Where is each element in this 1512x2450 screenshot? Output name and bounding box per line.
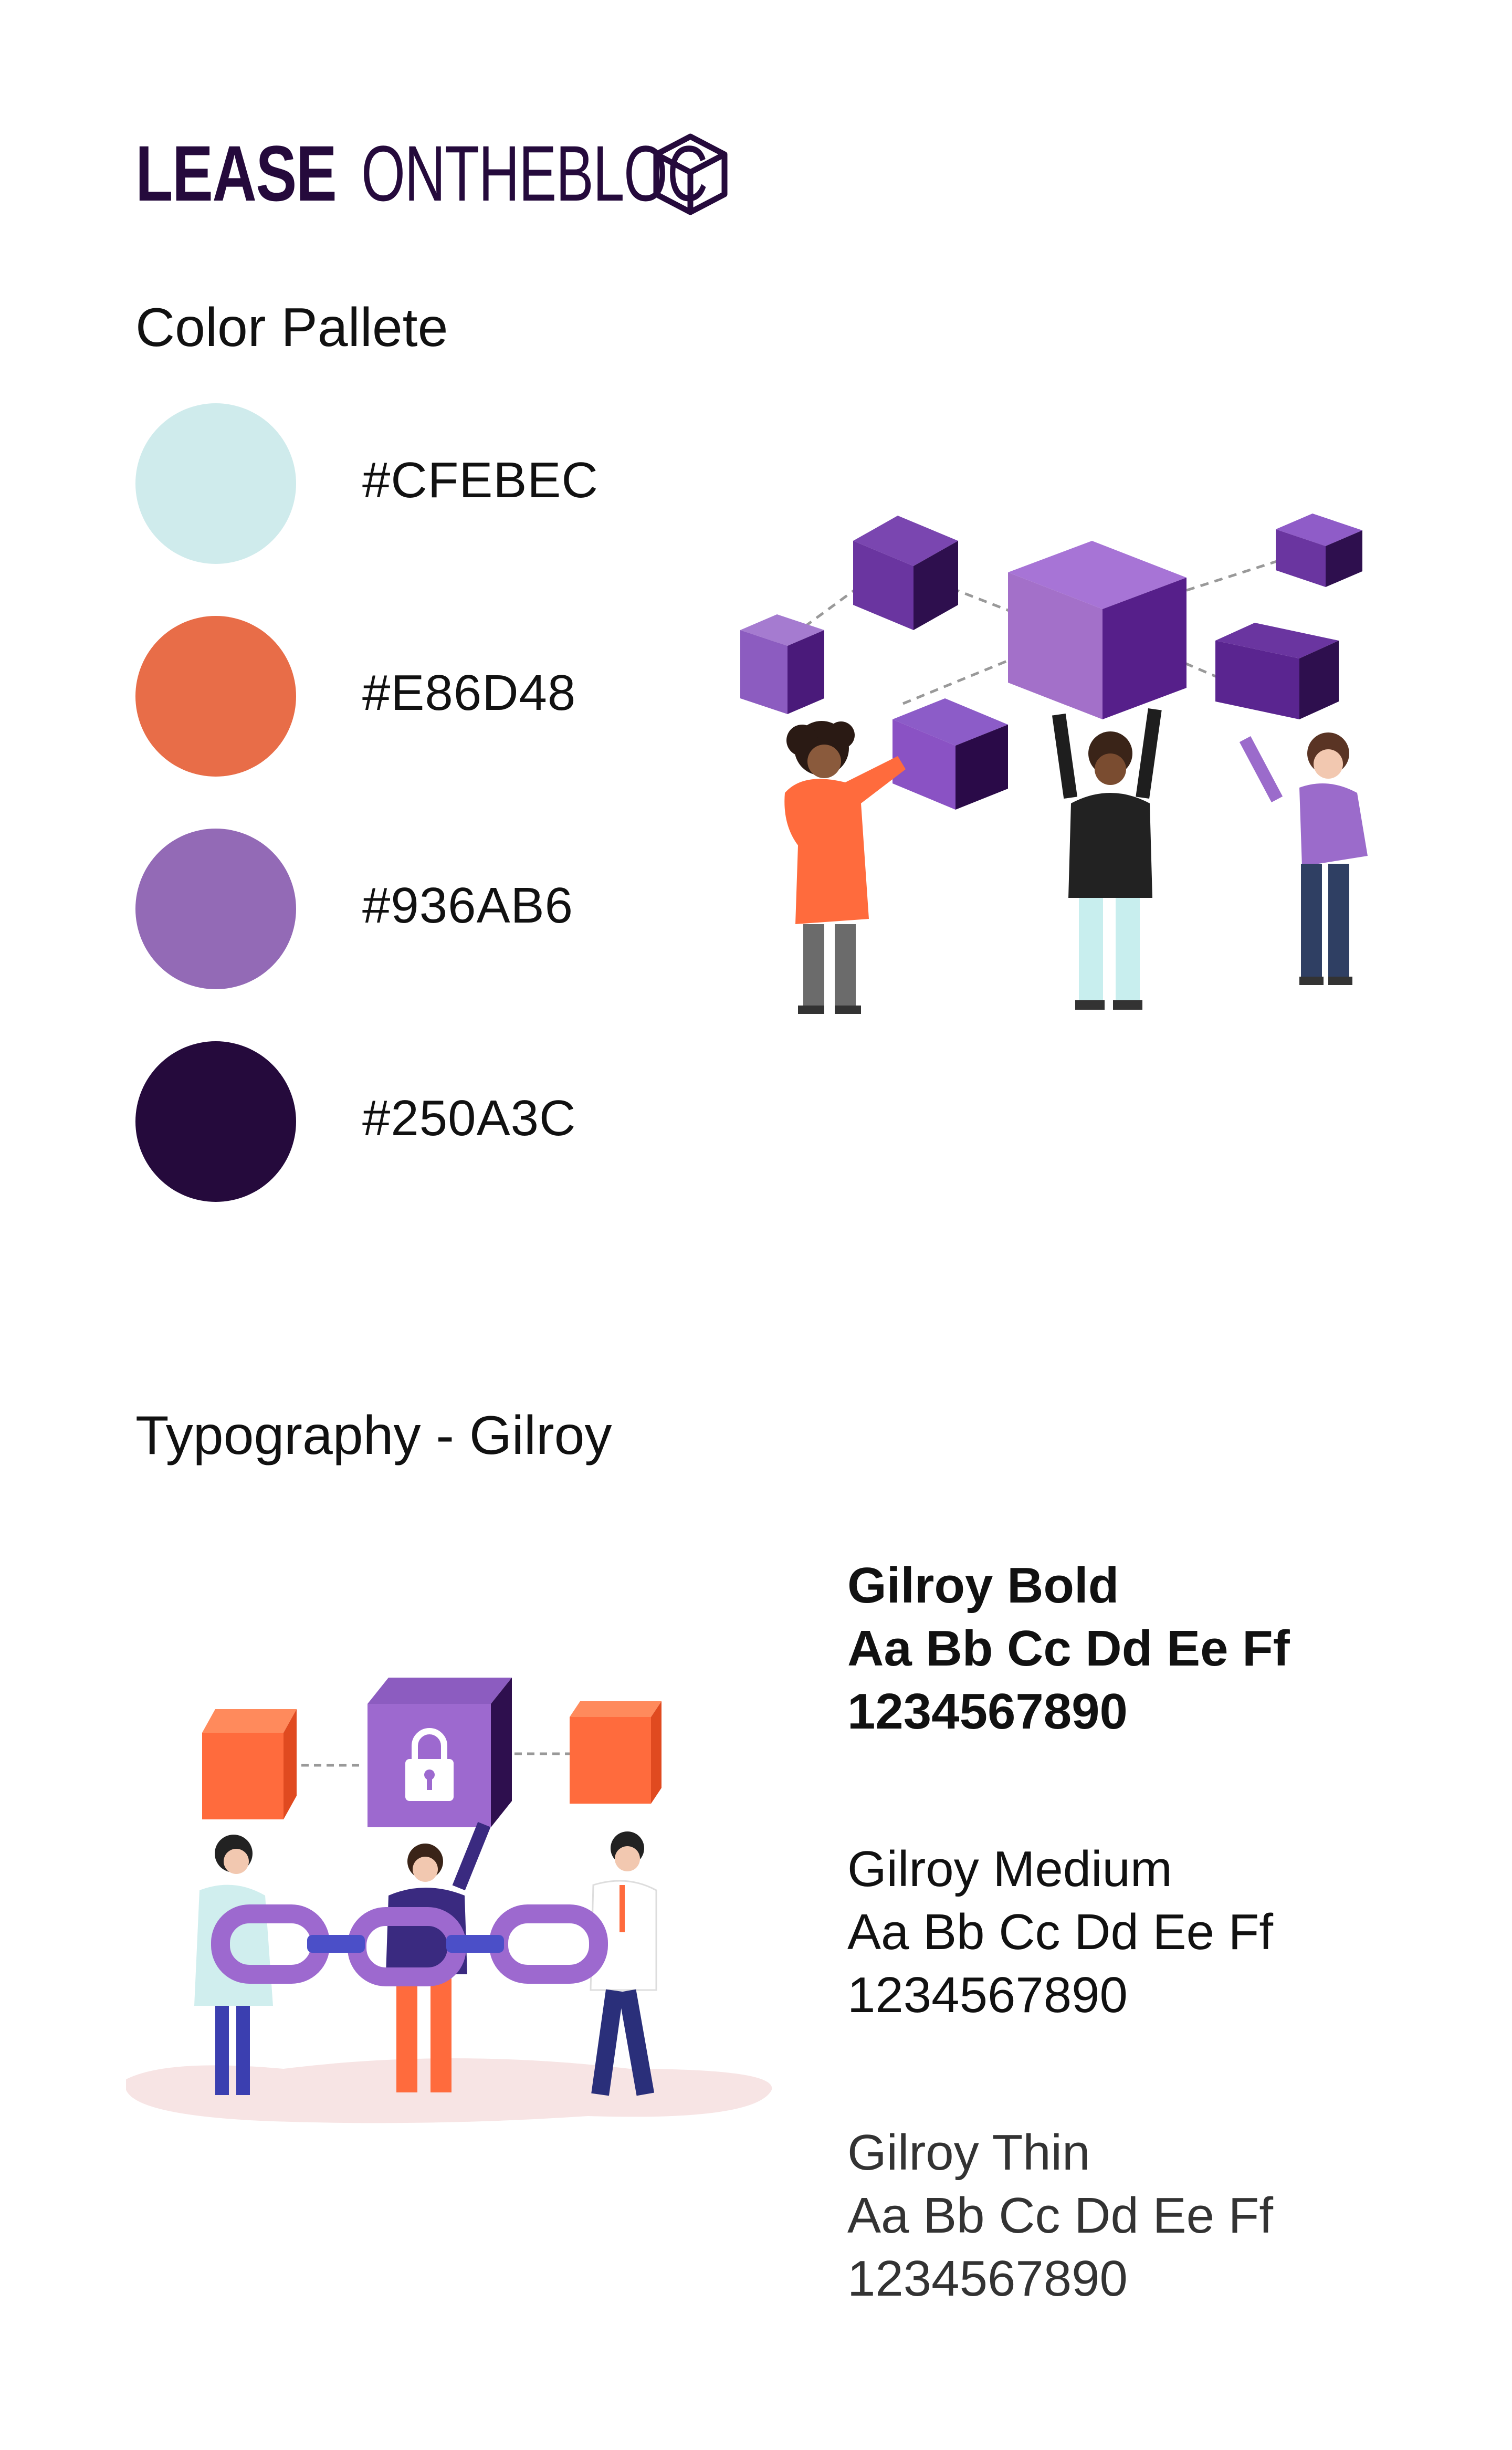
- swatch-4: [135, 1041, 296, 1202]
- people-lifting-cubes-illustration: [740, 514, 1368, 1014]
- typography-title: Typography - Gilroy: [135, 1405, 612, 1466]
- type-sample-bold: Gilroy Bold Aa Bb Cc Dd Ee Ff 1234567890: [847, 1554, 1290, 1743]
- medium-alphabet: Aa Bb Cc Dd Ee Ff: [847, 1904, 1273, 1960]
- swatch-3-label: #936AB6: [362, 877, 574, 934]
- logo-bold-text: LEASE: [135, 129, 337, 217]
- medium-digits: 1234567890: [847, 1967, 1128, 2023]
- people-holding-chain-illustration: [126, 1678, 772, 2123]
- type-sample-medium: Gilroy Medium Aa Bb Cc Dd Ee Ff 12345678…: [847, 1838, 1273, 2027]
- thin-alphabet: Aa Bb Cc Dd Ee Ff: [847, 2187, 1273, 2244]
- swatch-2-label: #E86D48: [362, 665, 576, 721]
- medium-name: Gilroy Medium: [847, 1841, 1172, 1897]
- cube-outline-icon: [653, 133, 728, 215]
- brand-logo: LEASE ONTHEBLOC: [135, 131, 842, 215]
- thin-digits: 1234567890: [847, 2250, 1128, 2307]
- type-sample-thin: Gilroy Thin Aa Bb Cc Dd Ee Ff 1234567890: [847, 2121, 1273, 2310]
- bold-alphabet: Aa Bb Cc Dd Ee Ff: [847, 1620, 1290, 1677]
- bold-name: Gilroy Bold: [847, 1557, 1119, 1614]
- bold-digits: 1234567890: [847, 1683, 1128, 1740]
- swatch-4-label: #250A3C: [362, 1090, 576, 1146]
- palette-title: Color Pallete: [135, 297, 448, 358]
- swatch-1: [135, 403, 296, 564]
- swatch-2: [135, 616, 296, 777]
- swatch-3: [135, 829, 296, 989]
- thin-name: Gilroy Thin: [847, 2124, 1090, 2181]
- swatch-1-label: #CFEBEC: [362, 452, 598, 508]
